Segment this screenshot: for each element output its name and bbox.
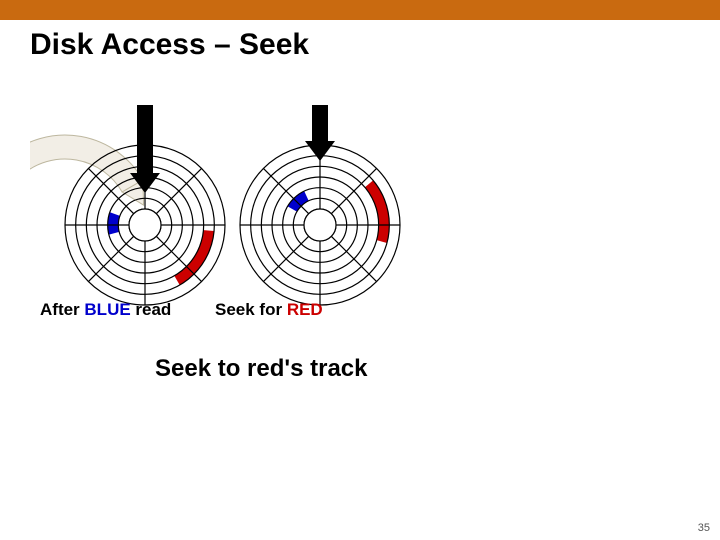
- disk-area: [30, 105, 450, 325]
- sector-line: [263, 168, 308, 213]
- caption-disk1-suffix: read: [131, 300, 172, 319]
- sector-line: [263, 236, 308, 281]
- caption-disk1: After BLUE read: [40, 300, 171, 320]
- caption-disk1-prefix: After: [40, 300, 84, 319]
- caption-disk2: Seek for RED: [215, 300, 323, 320]
- hub: [129, 209, 161, 241]
- disk-2: [240, 105, 400, 305]
- caption-disk2-colorword: RED: [287, 300, 323, 319]
- caption-disk1-colorword: BLUE: [84, 300, 130, 319]
- sector-line: [88, 236, 133, 281]
- bottom-text: Seek to red's track: [155, 355, 367, 383]
- sector-line: [156, 168, 201, 213]
- slide-title: Disk Access – Seek: [30, 28, 309, 62]
- disk-diagram-svg: [30, 105, 450, 325]
- page-number: 35: [698, 522, 710, 534]
- hub: [304, 209, 336, 241]
- sector-line: [331, 236, 376, 281]
- disk-1: [65, 105, 225, 305]
- rotation-arrow-body: [30, 135, 143, 192]
- read-head-arrow-2: [305, 105, 335, 161]
- caption-disk2-prefix: Seek for: [215, 300, 287, 319]
- accent-bar: [0, 0, 720, 20]
